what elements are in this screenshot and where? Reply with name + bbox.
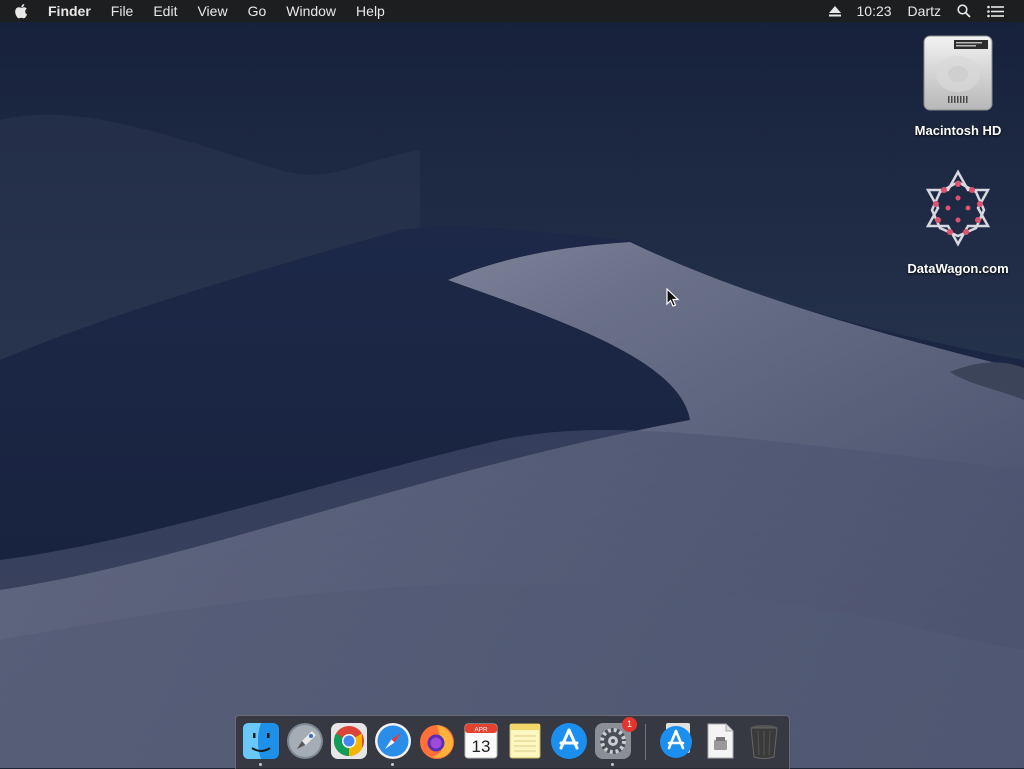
menu-file[interactable]: File <box>101 0 144 22</box>
datawagon-logo-icon <box>925 169 991 247</box>
menu-window[interactable]: Window <box>276 0 346 22</box>
eject-icon[interactable] <box>821 0 849 22</box>
finder-icon <box>243 723 279 759</box>
desktop-icon-macintosh-hd[interactable]: Macintosh HD <box>903 30 1013 138</box>
menu-help[interactable]: Help <box>346 0 395 22</box>
dock-firefox[interactable] <box>417 721 457 761</box>
notes-icon <box>509 723 541 759</box>
desktop-icon-datawagon[interactable]: DataWagon.com <box>903 168 1013 276</box>
calendar-day: 13 <box>472 737 491 756</box>
launchpad-icon <box>287 723 323 759</box>
dock-finder[interactable] <box>241 721 281 761</box>
notification-badge: 1 <box>622 717 637 732</box>
running-indicator <box>259 763 262 766</box>
dock-system-preferences[interactable]: 1 <box>593 717 637 761</box>
dock: APR 13 1 <box>235 715 790 769</box>
menu-app-finder[interactable]: Finder <box>38 0 101 22</box>
dock-trash[interactable] <box>744 721 784 761</box>
clock[interactable]: 10:23 <box>849 0 900 22</box>
apple-logo-icon[interactable] <box>0 0 38 22</box>
dock-chrome[interactable] <box>329 721 369 761</box>
safari-icon <box>375 723 411 759</box>
running-indicator <box>391 763 394 766</box>
spotlight-search-icon[interactable] <box>949 0 979 22</box>
mouse-cursor-icon <box>666 288 680 307</box>
document-icon <box>707 723 734 759</box>
running-indicator <box>611 763 614 766</box>
desktop-icon-label: Macintosh HD <box>914 123 1002 138</box>
calendar-month: APR <box>474 727 488 734</box>
menu-bar: Finder File Edit View Go Window Help 10:… <box>0 0 1024 22</box>
dock-launchpad[interactable] <box>285 721 325 761</box>
hard-drive-icon <box>923 35 993 111</box>
dock-document-stack[interactable] <box>700 721 740 761</box>
dock-notes[interactable] <box>505 721 545 761</box>
chrome-icon <box>331 723 367 759</box>
dock-app-store[interactable] <box>549 721 589 761</box>
calendar-icon: APR 13 <box>464 723 498 759</box>
menu-go[interactable]: Go <box>238 0 277 22</box>
desktop-wallpaper <box>0 0 1024 768</box>
desktop-icon-label: DataWagon.com <box>907 261 1009 276</box>
dock-downloads-stack[interactable] <box>656 721 696 761</box>
notification-center-icon[interactable] <box>979 0 1012 22</box>
app-store-icon <box>551 723 587 759</box>
trash-icon <box>750 725 778 759</box>
menu-view[interactable]: View <box>187 0 237 22</box>
app-store-icon <box>660 723 692 758</box>
dock-safari[interactable] <box>373 721 413 761</box>
dock-calendar[interactable]: APR 13 <box>461 721 501 761</box>
user-menu[interactable]: Dartz <box>900 0 949 22</box>
menu-edit[interactable]: Edit <box>143 0 187 22</box>
dock-separator <box>645 724 646 760</box>
firefox-icon <box>420 725 454 759</box>
